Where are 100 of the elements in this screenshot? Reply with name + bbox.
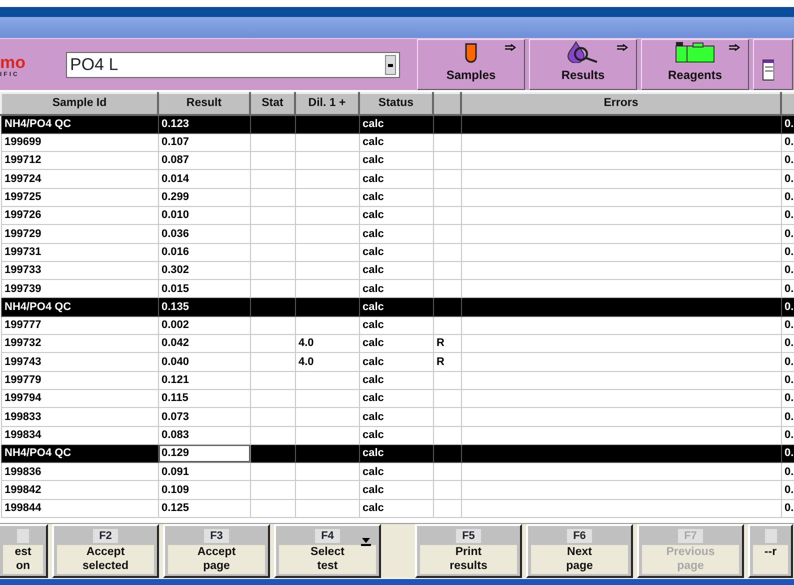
table-cell: 0.302 xyxy=(158,261,250,280)
table-cell: calc xyxy=(359,206,433,225)
table-cell xyxy=(295,408,359,426)
table-cell xyxy=(295,462,359,481)
test-select[interactable]: PO4 L xyxy=(66,52,400,78)
column-header: Status xyxy=(359,93,433,115)
table-cell xyxy=(250,188,295,206)
function-key-button[interactable]: F5 Print results xyxy=(415,524,522,578)
table-cell: calc xyxy=(359,316,433,335)
table-cell xyxy=(250,444,295,463)
table-cell: 199739 xyxy=(1,280,158,298)
drop-button[interactable]: Results xyxy=(529,39,637,90)
table-cell xyxy=(250,115,295,134)
function-key-button[interactable]: est on xyxy=(0,524,48,578)
arrow-icon xyxy=(617,44,628,51)
table-cell: calc xyxy=(359,170,433,188)
table-cell: 0.036 xyxy=(158,224,250,244)
table-cell: 0.040 xyxy=(158,352,250,372)
table-cell xyxy=(295,298,359,316)
table-cell: 0.073 xyxy=(158,408,250,426)
table-cell: calc xyxy=(359,115,433,134)
table-cell: calc xyxy=(359,298,433,316)
table-cell xyxy=(295,480,359,500)
table-cell: 199732 xyxy=(1,334,158,353)
table-cell: 199743 xyxy=(1,352,158,372)
table-cell: 199724 xyxy=(1,170,158,188)
table-cell xyxy=(295,188,359,206)
table-cell xyxy=(295,389,359,408)
function-key-button[interactable]: --r xyxy=(748,524,793,578)
table-cell: calc xyxy=(359,444,433,463)
table-cell xyxy=(250,170,295,188)
function-key-button[interactable]: F6 Next page xyxy=(526,524,633,578)
table-cell xyxy=(295,224,359,244)
table-cell xyxy=(295,243,359,262)
table-cell xyxy=(433,261,461,280)
table-cell: calc xyxy=(359,389,433,408)
table-cell: calc xyxy=(359,499,433,518)
tube-button[interactable]: Samples xyxy=(417,39,525,90)
table-cell: 0.015 xyxy=(158,280,250,298)
table-cell xyxy=(250,224,295,244)
folder-icon xyxy=(675,41,715,63)
table-cell: 0.107 xyxy=(158,133,250,152)
table-cell: calc xyxy=(359,188,433,206)
table-cell xyxy=(433,170,461,188)
table-cell xyxy=(250,243,295,262)
table-cell: calc xyxy=(359,224,433,244)
table-cell xyxy=(295,206,359,225)
download-arrow-icon xyxy=(361,537,371,546)
table-cell xyxy=(250,334,295,353)
table-cell xyxy=(433,389,461,408)
function-key-button[interactable]: F3 Accept page xyxy=(163,524,270,578)
sheet-button[interactable] xyxy=(753,39,793,90)
folder-button[interactable]: Reagents xyxy=(641,39,749,90)
table-cell xyxy=(250,316,295,335)
table-cell xyxy=(250,480,295,500)
table-cell: 0.083 xyxy=(158,426,250,444)
table-cell: calc xyxy=(359,480,433,500)
arrow-icon xyxy=(729,44,740,51)
table-cell: calc xyxy=(359,352,433,372)
document-icon xyxy=(762,59,774,81)
table-cell: R xyxy=(433,352,461,372)
column-header: Result xyxy=(158,93,250,115)
table-cell xyxy=(433,316,461,335)
table-cell: calc xyxy=(359,408,433,426)
table-cell: 199777 xyxy=(1,316,158,335)
table-cell: 199731 xyxy=(1,243,158,262)
table-cell: 199733 xyxy=(1,261,158,280)
column-header: Errors xyxy=(461,93,781,115)
table-cell: 199834 xyxy=(1,426,158,444)
table-cell xyxy=(433,243,461,262)
table-cell xyxy=(295,371,359,390)
table-cell: 199726 xyxy=(1,206,158,225)
table-cell: 199842 xyxy=(1,480,158,500)
table-cell xyxy=(250,499,295,518)
table-cell xyxy=(250,462,295,481)
table-cell: 199725 xyxy=(1,188,158,206)
table-cell xyxy=(433,280,461,298)
table-cell: 199836 xyxy=(1,462,158,481)
table-cell: calc xyxy=(359,280,433,298)
table-cell xyxy=(295,115,359,134)
table-cell: calc xyxy=(359,261,433,280)
table-cell xyxy=(250,280,295,298)
table-cell xyxy=(433,133,461,152)
column-header: Dil. 1 + xyxy=(295,93,359,115)
table-cell xyxy=(433,408,461,426)
dropdown-icon xyxy=(388,64,393,66)
table-cell xyxy=(250,408,295,426)
function-key-button[interactable]: F2 Accept selected xyxy=(52,524,159,578)
table-cell xyxy=(433,188,461,206)
table-cell: calc xyxy=(359,133,433,152)
table-cell xyxy=(250,152,295,170)
table-cell xyxy=(295,152,359,170)
table-cell xyxy=(295,499,359,518)
table-cell xyxy=(250,352,295,372)
column-header xyxy=(781,93,794,115)
table-cell xyxy=(295,316,359,335)
table-cell xyxy=(433,426,461,444)
table-cell: 0.010 xyxy=(158,206,250,225)
table-cell: 199699 xyxy=(1,133,158,152)
function-key-button[interactable]: F4 Select test xyxy=(274,524,381,578)
